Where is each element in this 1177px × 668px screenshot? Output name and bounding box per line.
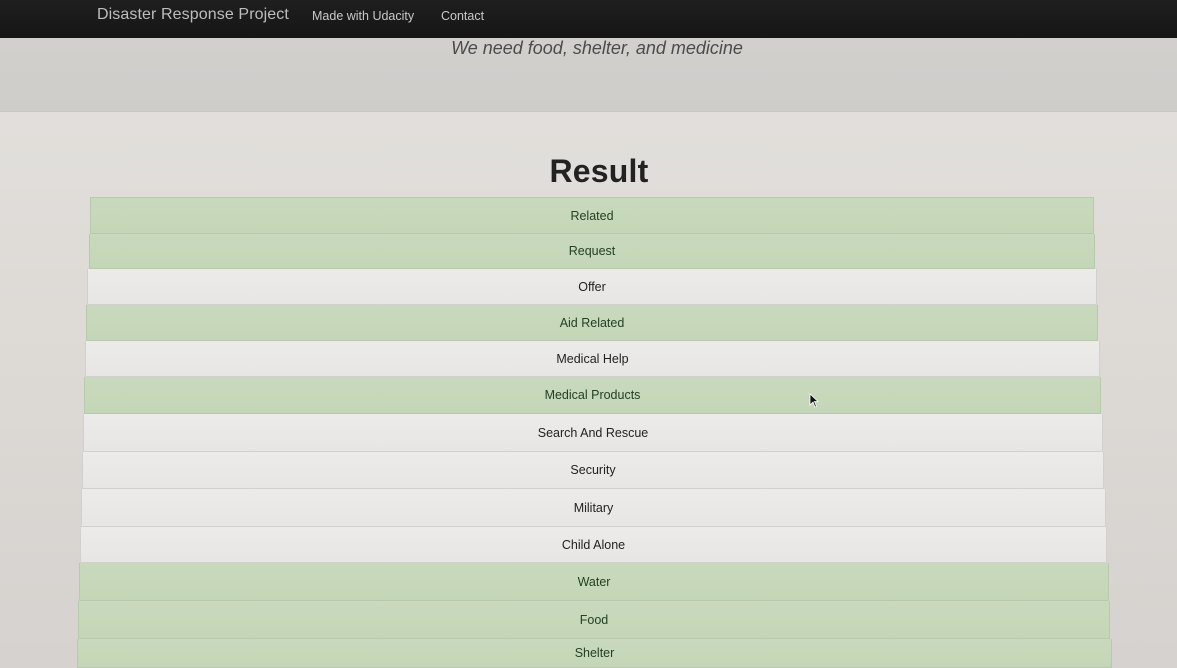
category-item: Medical Help	[85, 341, 1100, 377]
brand-link[interactable]: Disaster Response Project	[97, 6, 289, 24]
category-item: Related	[90, 197, 1094, 234]
classified-message: We need food, shelter, and medicine	[451, 38, 743, 58]
category-item: Medical Products	[84, 377, 1101, 414]
navbar: Disaster Response Project Made with Udac…	[0, 0, 1177, 39]
category-item: Child Alone	[80, 527, 1107, 563]
category-item: Food	[78, 601, 1110, 639]
category-item: Military	[81, 489, 1106, 527]
category-item: Water	[79, 563, 1109, 601]
category-item: Aid Related	[86, 305, 1098, 341]
result-title: Result	[549, 153, 649, 189]
jumbotron: We need food, shelter, and medicine	[0, 38, 1177, 112]
category-item: Security	[82, 452, 1104, 489]
category-item: Shelter	[77, 639, 1112, 668]
category-item: Search And Rescue	[83, 414, 1103, 452]
page: Disaster Response Project Made with Udac…	[0, 0, 1177, 668]
category-item: Request	[89, 234, 1095, 269]
nav-link-made-with-udacity[interactable]: Made with Udacity	[312, 9, 414, 23]
nav-link-contact[interactable]: Contact	[441, 9, 484, 23]
mouse-cursor-icon	[809, 393, 819, 408]
category-item: Offer	[87, 269, 1097, 305]
